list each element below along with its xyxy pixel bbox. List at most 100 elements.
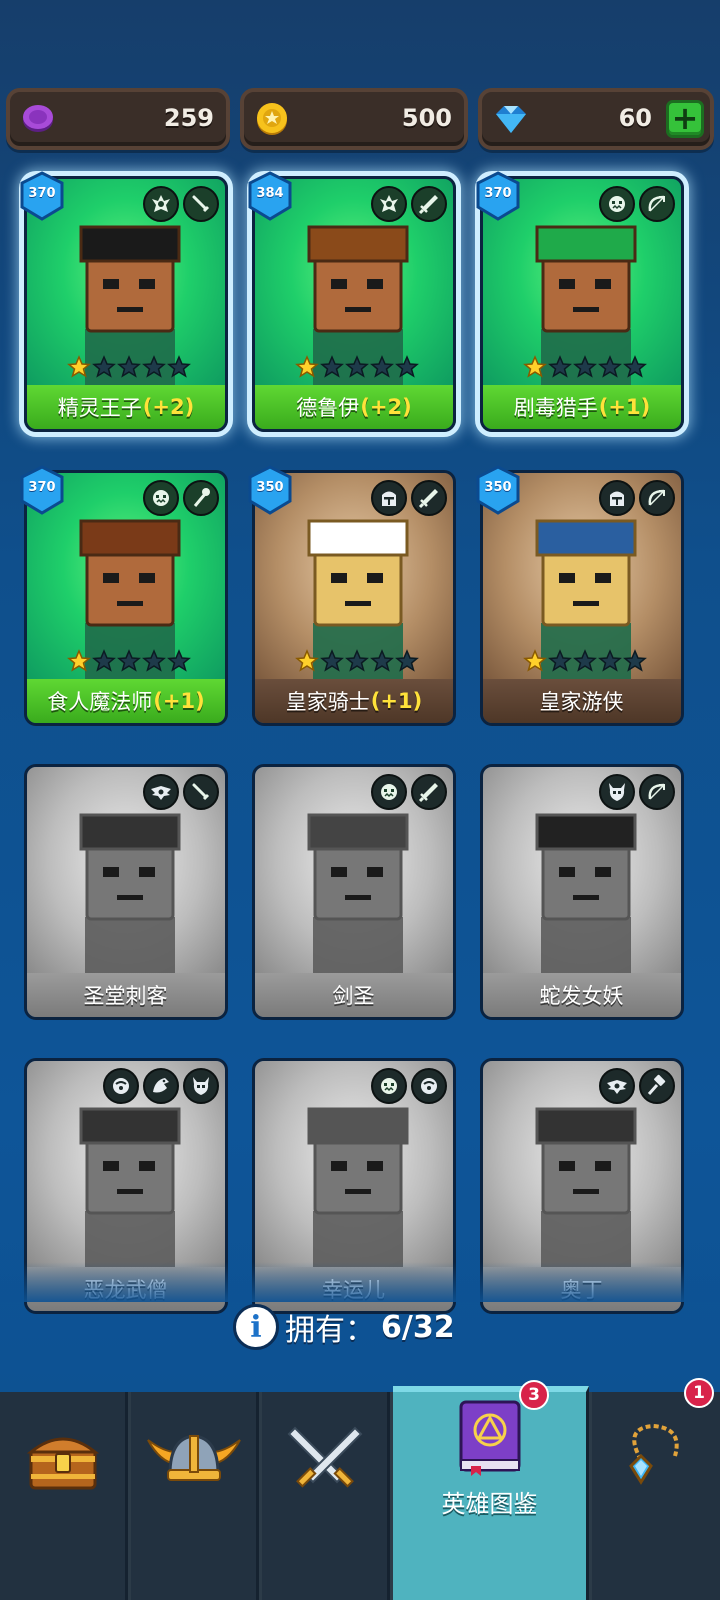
star-empty-icon — [623, 649, 647, 672]
level-value: 350 — [484, 480, 512, 495]
star-filled-icon — [67, 355, 91, 378]
hero-card-druid[interactable]: 384 德鲁伊 (+2) — [248, 171, 456, 432]
currency-gold-coin[interactable]: 500 — [240, 88, 468, 150]
star-empty-icon — [167, 649, 191, 672]
level-badge: 350 — [475, 465, 521, 515]
equipment-notification-badge: 1 — [684, 1378, 714, 1408]
hero-name-bar: 食人魔法师 (+1) — [27, 679, 225, 723]
star-empty-icon — [320, 355, 344, 378]
hero-name: 皇家骑士 — [285, 690, 370, 714]
purple-token-icon — [23, 105, 53, 132]
level-badge: 370 — [19, 171, 65, 221]
knight-helmet-icon — [599, 480, 635, 516]
star-empty-icon — [395, 649, 419, 672]
gold-coin-icon — [257, 103, 287, 135]
star-rating — [295, 355, 419, 379]
hero-bonus: (+2) — [142, 395, 195, 419]
info-icon[interactable]: i — [233, 1304, 279, 1350]
owned-count: 6/32 — [381, 1309, 455, 1345]
star-empty-icon — [623, 355, 647, 378]
hero-name: 剑圣 — [332, 984, 375, 1008]
hero-bonus: (+1) — [370, 689, 423, 713]
hero-card-poison-hunter[interactable]: 370 剧毒猎手 (+1) — [476, 171, 684, 432]
orc-icon — [143, 480, 179, 516]
elf-icon — [371, 186, 407, 222]
blue-gem-icon — [496, 106, 526, 133]
hero-card-royal-ranger[interactable]: 350 皇家游侠 — [476, 465, 684, 726]
star-empty-icon — [142, 355, 166, 378]
hero-name-bar: 蛇发女妖 — [483, 973, 681, 1017]
tab-battle[interactable] — [262, 1392, 390, 1600]
tab-hero-codex[interactable]: 英雄图鉴 3 — [393, 1380, 589, 1600]
hero-name: 圣堂刺客 — [83, 984, 168, 1008]
viking-helmet-icon — [146, 1434, 241, 1481]
hero-card-royal-knight[interactable]: 350 皇家骑士 (+1) — [248, 465, 456, 726]
knight-helmet-icon — [371, 480, 407, 516]
winged-emblem-icon — [599, 1068, 635, 1104]
hero-card-temple-assassin[interactable]: 圣堂刺客 — [24, 764, 228, 1020]
hero-name: 蛇发女妖 — [539, 984, 624, 1008]
hero-name: 剧毒猎手 — [513, 396, 598, 420]
level-badge: 370 — [475, 171, 521, 221]
star-empty-icon — [573, 649, 597, 672]
star-empty-icon — [395, 355, 419, 378]
codex-notification-badge: 3 — [519, 1380, 549, 1410]
hero-name: 德鲁伊 — [296, 396, 360, 420]
hero-name-bar: 德鲁伊 (+2) — [255, 385, 453, 429]
currency-bar: 259 500 60 + — [6, 88, 714, 150]
purple-token-value: 259 — [163, 104, 214, 132]
demon-skull-icon — [599, 774, 635, 810]
sword-icon — [411, 480, 447, 516]
star-empty-icon — [598, 355, 622, 378]
bow-icon — [639, 480, 675, 516]
star-empty-icon — [598, 649, 622, 672]
amulet-icon — [629, 1423, 679, 1485]
add-gems-button[interactable]: + — [666, 100, 704, 138]
dagger-icon — [183, 774, 219, 810]
star-filled-icon — [67, 649, 91, 672]
tab-shop[interactable] — [0, 1392, 128, 1600]
star-rating — [523, 355, 647, 379]
codex-book-icon — [459, 1400, 520, 1476]
hero-name-bar: 剑圣 — [255, 973, 453, 1017]
star-empty-icon — [320, 649, 344, 672]
hero-name-bar: 皇家骑士 (+1) — [255, 679, 453, 723]
star-filled-icon — [523, 355, 547, 378]
level-value: 370 — [484, 186, 512, 201]
hero-name: 皇家游侠 — [539, 690, 624, 714]
star-empty-icon — [167, 355, 191, 378]
hero-name: 精灵王子 — [57, 396, 142, 420]
treasure-chest-icon — [26, 1437, 99, 1490]
hero-bonus: (+2) — [360, 395, 412, 419]
star-empty-icon — [345, 649, 369, 672]
hero-card-ogre-mage[interactable]: 370 食人魔法师 (+1) — [20, 465, 228, 726]
hero-card-sword-saint[interactable]: 剑圣 — [252, 764, 456, 1020]
level-value: 370 — [28, 186, 56, 201]
hero-bonus: (+1) — [153, 689, 205, 713]
tab-heroes[interactable] — [131, 1392, 259, 1600]
hero-name: 食人魔法师 — [47, 690, 153, 714]
star-rating — [67, 649, 191, 673]
sword-icon — [411, 774, 447, 810]
level-value: 384 — [256, 186, 284, 201]
gold-coin-value: 500 — [401, 104, 452, 132]
currency-gem[interactable]: 60 + — [478, 88, 714, 150]
star-rating — [295, 649, 419, 673]
tab-hero-codex-label: 英雄图鉴 — [441, 1490, 538, 1518]
currency-purple-token[interactable]: 259 — [6, 88, 230, 150]
tab-equipment[interactable]: 1 — [592, 1378, 720, 1600]
star-empty-icon — [548, 649, 572, 672]
orc-icon — [371, 774, 407, 810]
gem-value: 60 — [618, 104, 652, 132]
bow-icon — [639, 774, 675, 810]
hero-card-medusa[interactable]: 蛇发女妖 — [480, 764, 684, 1020]
hero-card-elf-prince[interactable]: 370 精灵王子 (+2) — [20, 171, 228, 432]
star-empty-icon — [117, 649, 141, 672]
star-empty-icon — [117, 355, 141, 378]
star-empty-icon — [92, 355, 116, 378]
star-filled-icon — [295, 355, 319, 378]
star-empty-icon — [142, 649, 166, 672]
bottom-nav: 英雄图鉴 3 1 — [0, 1378, 720, 1600]
monk-icon — [411, 1068, 447, 1104]
hero-name-bar: 剧毒猎手 (+1) — [483, 385, 681, 429]
